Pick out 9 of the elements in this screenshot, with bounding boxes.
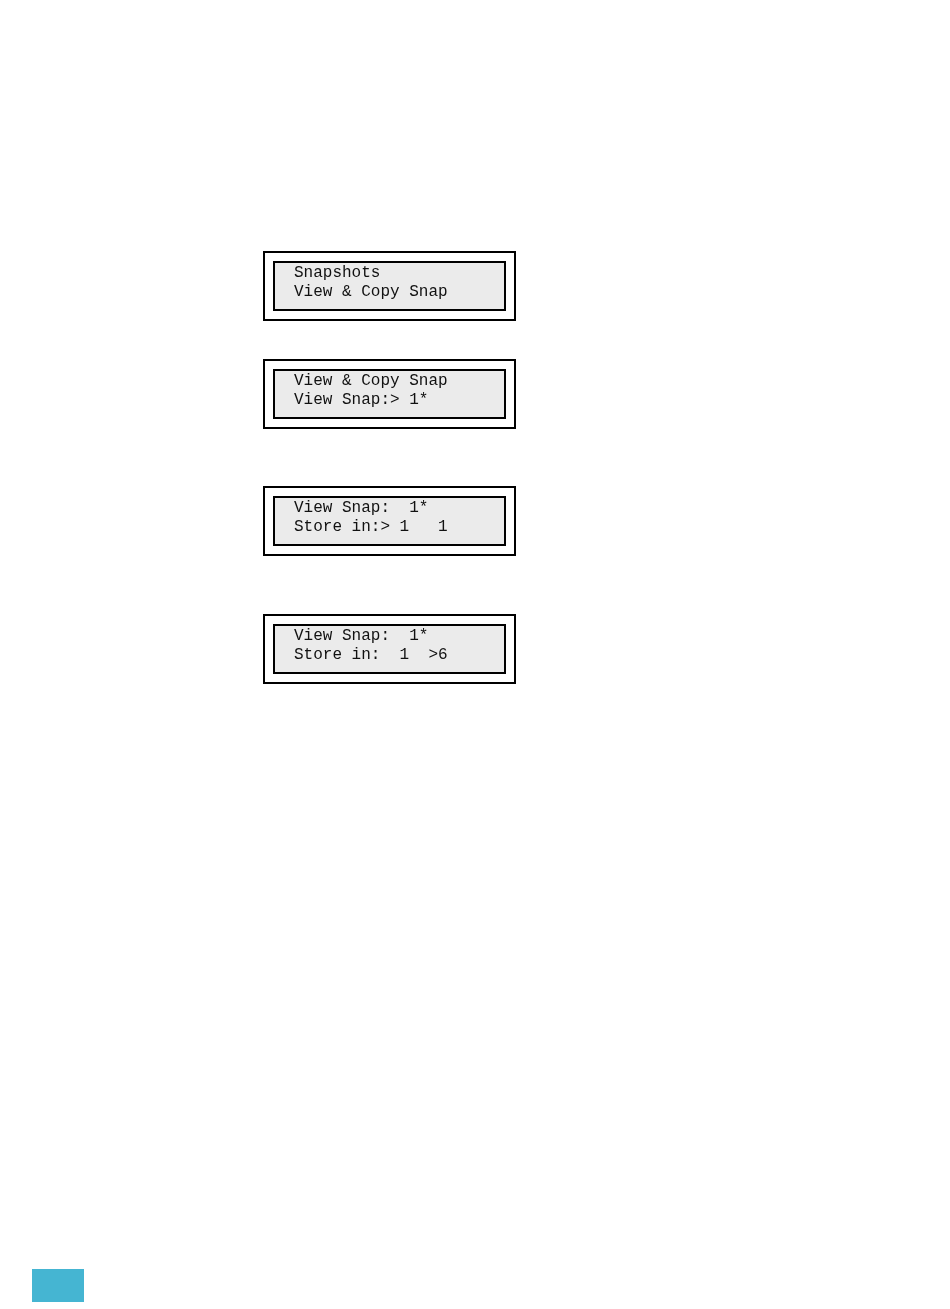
lcd-text: View Snap:> 1* [294,391,429,410]
lcd-text: Store in:> 1 1 [294,518,448,537]
lcd-text: View Snap: 1* [294,627,429,646]
lcd-text: View Snap: 1* [294,499,429,518]
lcd-text: View & Copy Snap [294,283,448,302]
lcd-text: Store in: 1 >6 [294,646,448,665]
lcd-text: Snapshots [294,264,381,283]
lcd-text: View & Copy Snap [294,372,448,391]
corner-color-block [32,1269,84,1302]
